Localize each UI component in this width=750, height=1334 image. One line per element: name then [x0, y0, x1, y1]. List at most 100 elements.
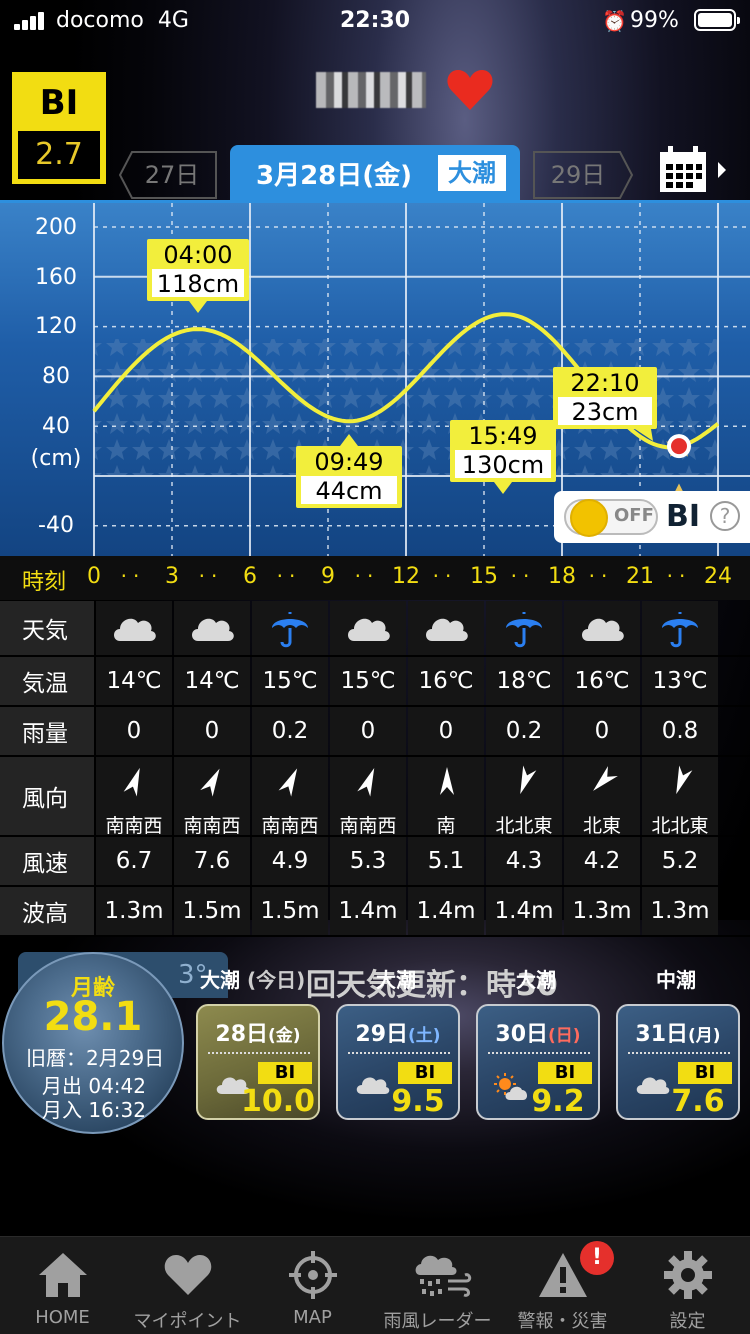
- wave-value: 1.3m: [642, 887, 718, 935]
- divider: [628, 1052, 730, 1054]
- tab-next-day[interactable]: 29日: [532, 150, 636, 200]
- wind-direction-cell: 北東: [564, 757, 640, 837]
- alert-badge: !: [580, 1241, 614, 1275]
- rain-value: 0: [96, 707, 172, 755]
- weather-row-temp: 気温 14℃ 14℃ 15℃ 15℃ 16℃ 18℃ 16℃ 13℃: [0, 657, 750, 707]
- alarm-icon: ⏰: [602, 9, 627, 33]
- forecast-tide-label: 中潮: [656, 968, 696, 992]
- bi-value: 9.2: [531, 1084, 585, 1119]
- wave-value: 1.3m: [96, 887, 172, 935]
- bi-badge: BI: [538, 1062, 592, 1084]
- x-tick: 18: [548, 564, 576, 589]
- forecast-card[interactable]: 28日(金) BI 10.0: [196, 1004, 320, 1120]
- forecast-card[interactable]: 30日(日) BI 9.2: [476, 1004, 600, 1120]
- x-tick: 12: [392, 564, 420, 589]
- bi-toggle-switch[interactable]: OFF: [564, 499, 658, 537]
- forecast-card[interactable]: 31日(月) BI 7.6: [616, 1004, 740, 1120]
- wave-value: 1.4m: [330, 887, 406, 935]
- bi-index-box[interactable]: BI 2.7: [12, 72, 106, 184]
- wind-direction-cell: 南南西: [174, 757, 250, 837]
- rain-value: 0.8: [642, 707, 718, 755]
- callout-height: 44cm: [315, 477, 382, 505]
- callout-height: 130cm: [462, 451, 544, 479]
- wave-value: 1.4m: [408, 887, 484, 935]
- tab-prev-label: 27日: [144, 161, 200, 189]
- forecast-date: 28日(金): [215, 1022, 301, 1047]
- moonset: 月入 16:32: [42, 1098, 146, 1122]
- y-tick: 40: [42, 414, 70, 439]
- rain-value: 0: [174, 707, 250, 755]
- divider: [348, 1052, 450, 1054]
- row-label: 天気: [0, 601, 94, 655]
- crosshair-icon: [289, 1251, 337, 1299]
- calendar-icon[interactable]: [656, 142, 738, 198]
- forecast-date: 30日(日): [495, 1022, 581, 1047]
- tab-mypoint-label: マイポイント: [133, 1311, 242, 1332]
- wind-direction: 南南西: [261, 815, 319, 837]
- status-bar: docomo 4G 22:30 ⏰ 99%: [0, 0, 750, 40]
- weather-row-wind_speed: 風速 6.7 7.6 4.9 5.3 5.1 4.3 4.2 5.2: [0, 837, 750, 887]
- toggle-state: OFF: [614, 505, 654, 526]
- bi-value: 10.0: [240, 1084, 316, 1119]
- moon-info[interactable]: 月齢 28.1 旧暦：2月29日 月出 04:42 月入 16:32: [2, 952, 184, 1134]
- row-label: 雨量: [0, 707, 94, 755]
- tab-prev-day[interactable]: 27日: [118, 150, 218, 200]
- wind-direction-cell: 北北東: [642, 757, 718, 837]
- forecast-date: 29日(土): [355, 1022, 441, 1047]
- wind-direction: 北北東: [651, 815, 709, 837]
- gear-icon: [664, 1251, 712, 1299]
- weather-row-rain: 雨量 0 0 0.2 0 0 0.2 0 0.8: [0, 707, 750, 757]
- x-tick-dots: ··: [588, 564, 614, 588]
- weather-row-wind_dir: 風向 南南西 南南西 南南西 南南西南北北東 北東 北北東: [0, 757, 750, 837]
- weather-table: 天気 気温 14℃ 14℃ 15℃ 15℃ 16℃ 18℃ 16℃ 13℃ 雨量 0 0 0.2 0 0 0.2…: [0, 601, 750, 937]
- heart-icon[interactable]: [444, 64, 496, 116]
- wind-direction-cell: 南南西: [96, 757, 172, 837]
- x-tick: 21: [626, 564, 654, 589]
- weather-cloud-icon: [96, 601, 172, 655]
- heart-icon: [164, 1255, 212, 1295]
- bi-badge: BI: [678, 1062, 732, 1084]
- y-tick: 120: [35, 314, 77, 339]
- weather-cloud-icon: [174, 601, 250, 655]
- bi-toggle[interactable]: OFF BI ?: [554, 491, 750, 543]
- tab-settings[interactable]: 設定: [625, 1237, 750, 1334]
- wind_speed-value: 7.6: [174, 837, 250, 885]
- temp-value: 13℃: [642, 657, 718, 705]
- time-axis: 時刻 0 ·· 3 ·· 6 ·· 9 ·· 12 ·· 15 ·· 18 ·· 21 ·· 24: [0, 556, 750, 600]
- wind-direction-cell: 南南西: [252, 757, 328, 837]
- battery-icon: [694, 9, 740, 31]
- temp-value: 16℃: [408, 657, 484, 705]
- x-tick-dots: ··: [432, 564, 458, 588]
- x-tick: 9: [321, 564, 335, 589]
- tab-mypoint[interactable]: マイポイント: [125, 1237, 250, 1334]
- forecast-card[interactable]: 29日(土) BI 9.5: [336, 1004, 460, 1120]
- tab-map[interactable]: MAP: [250, 1237, 375, 1334]
- bi-badge: BI: [398, 1062, 452, 1084]
- divider: [488, 1052, 590, 1054]
- forecast-tide-label: 大潮 (今日): [200, 968, 306, 992]
- forecast-tide-label: 大潮: [516, 968, 556, 992]
- x-tick-dots: ··: [354, 564, 380, 588]
- y-tick: -40: [38, 513, 74, 538]
- wind-direction-cell: 南南西: [330, 757, 406, 837]
- weather-umbrella-icon: [252, 601, 328, 655]
- toggle-knob: [570, 499, 608, 537]
- tab-home[interactable]: HOME: [0, 1237, 125, 1334]
- row-label: 風向: [0, 757, 94, 835]
- rain-value: 0: [330, 707, 406, 755]
- rain-wind-icon: [415, 1255, 472, 1297]
- temp-value: 15℃: [330, 657, 406, 705]
- rain-value: 0.2: [486, 707, 562, 755]
- weather-umbrella-icon: [642, 601, 718, 655]
- wind-direction: 北東: [582, 815, 621, 837]
- wind_speed-value: 4.2: [564, 837, 640, 885]
- row-label: 気温: [0, 657, 94, 705]
- bi-value: 7.6: [671, 1084, 725, 1119]
- rain-value: 0.2: [252, 707, 328, 755]
- tab-current-day[interactable]: 3月28日(金) 大潮: [230, 145, 520, 201]
- weather-umbrella-icon: [486, 601, 562, 655]
- tab-radar[interactable]: 雨風レーダー: [375, 1237, 500, 1334]
- current-position-marker: [671, 438, 687, 455]
- help-icon[interactable]: ?: [710, 501, 740, 531]
- tab-alerts[interactable]: ! 警報・災害: [500, 1237, 625, 1334]
